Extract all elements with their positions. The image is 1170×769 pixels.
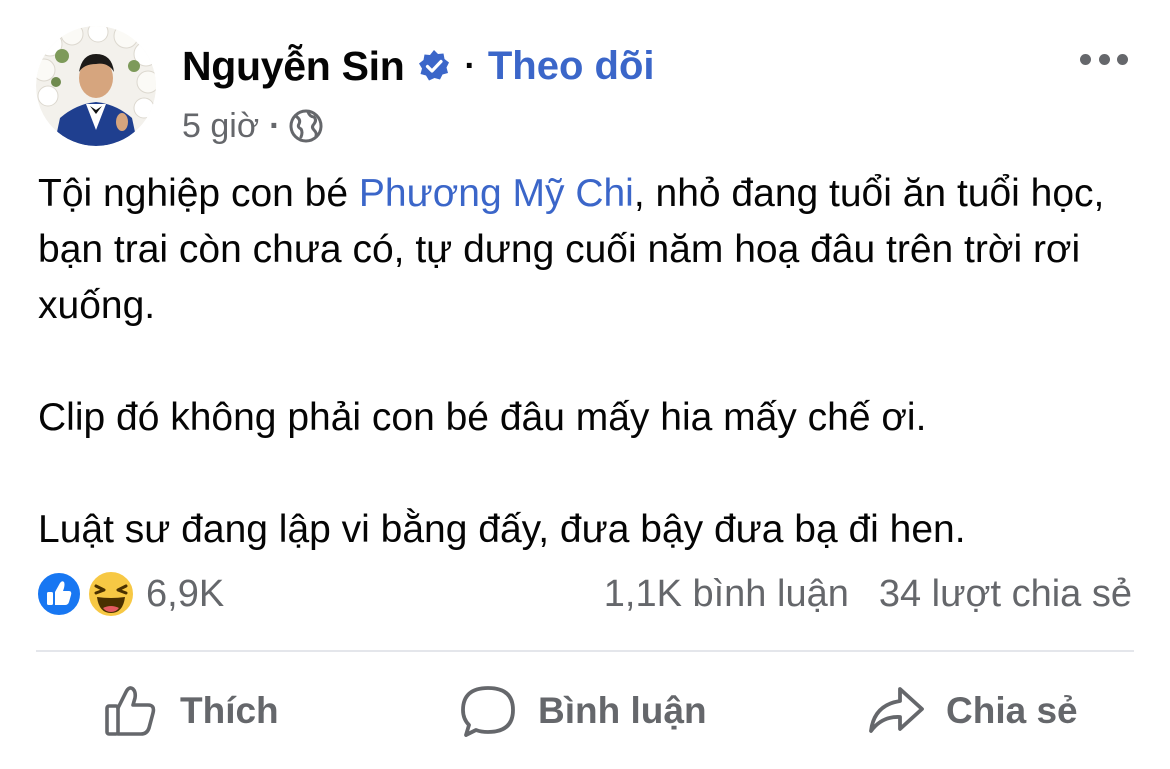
post-paragraph-3: Luật sư đang lập vi bằng đấy, đưa bậy đư… [38,508,966,551]
globe-icon [288,108,324,144]
author-avatar[interactable] [36,26,156,146]
like-icon [36,571,82,617]
follow-button[interactable]: Theo dõi [488,44,655,89]
haha-icon [86,569,136,619]
reactions-summary[interactable]: 6,9K [36,566,224,622]
reaction-icons [36,569,136,619]
post-body: Tội nghiệp con bé Phương Mỹ Chi, nhỏ đan… [38,166,1138,558]
paragraph-text: Tội nghiệp con bé [38,172,359,215]
thumbs-up-icon [105,686,156,736]
action-divider [36,650,1134,652]
post-paragraph-1: Tội nghiệp con bé Phương Mỹ Chi, nhỏ đan… [38,166,1138,334]
more-dot-icon [1117,53,1128,65]
more-dot-icon [1080,53,1091,65]
share-count[interactable]: 34 lượt chia sẻ [879,573,1132,616]
header-separator: · [464,46,476,85]
post-paragraph-2: Clip đó không phải con bé đâu mấy hia mấ… [38,396,927,439]
post-time[interactable]: 5 giờ [182,107,259,146]
post-meta: 5 giờ · [182,104,324,148]
action-bar: Thích Bình luận Chia sẻ [0,672,1170,750]
verified-badge-icon [417,49,451,83]
share-arrow-icon [869,687,924,733]
reaction-count: 6,9K [146,572,225,615]
more-options-button[interactable] [1080,48,1128,70]
more-dot-icon [1098,53,1110,65]
comment-label: Bình luận [538,690,707,731]
comment-bubble-icon [461,686,515,737]
mention-link[interactable]: Phương Mỹ Chi [359,172,634,215]
author-line: Nguyễn Sin · Theo dõi [182,38,655,94]
comment-count[interactable]: 1,1K bình luận [604,573,849,616]
like-button[interactable]: Thích [102,672,279,750]
comment-button[interactable]: Bình luận [458,672,707,750]
share-button[interactable]: Chia sẻ [866,672,1078,750]
meta-separator: · [269,106,281,145]
author-name[interactable]: Nguyễn Sin [182,43,405,90]
engagement-stats: 1,1K bình luận 34 lượt chia sẻ [604,566,1132,622]
share-label: Chia sẻ [946,690,1078,731]
like-label: Thích [180,690,279,731]
